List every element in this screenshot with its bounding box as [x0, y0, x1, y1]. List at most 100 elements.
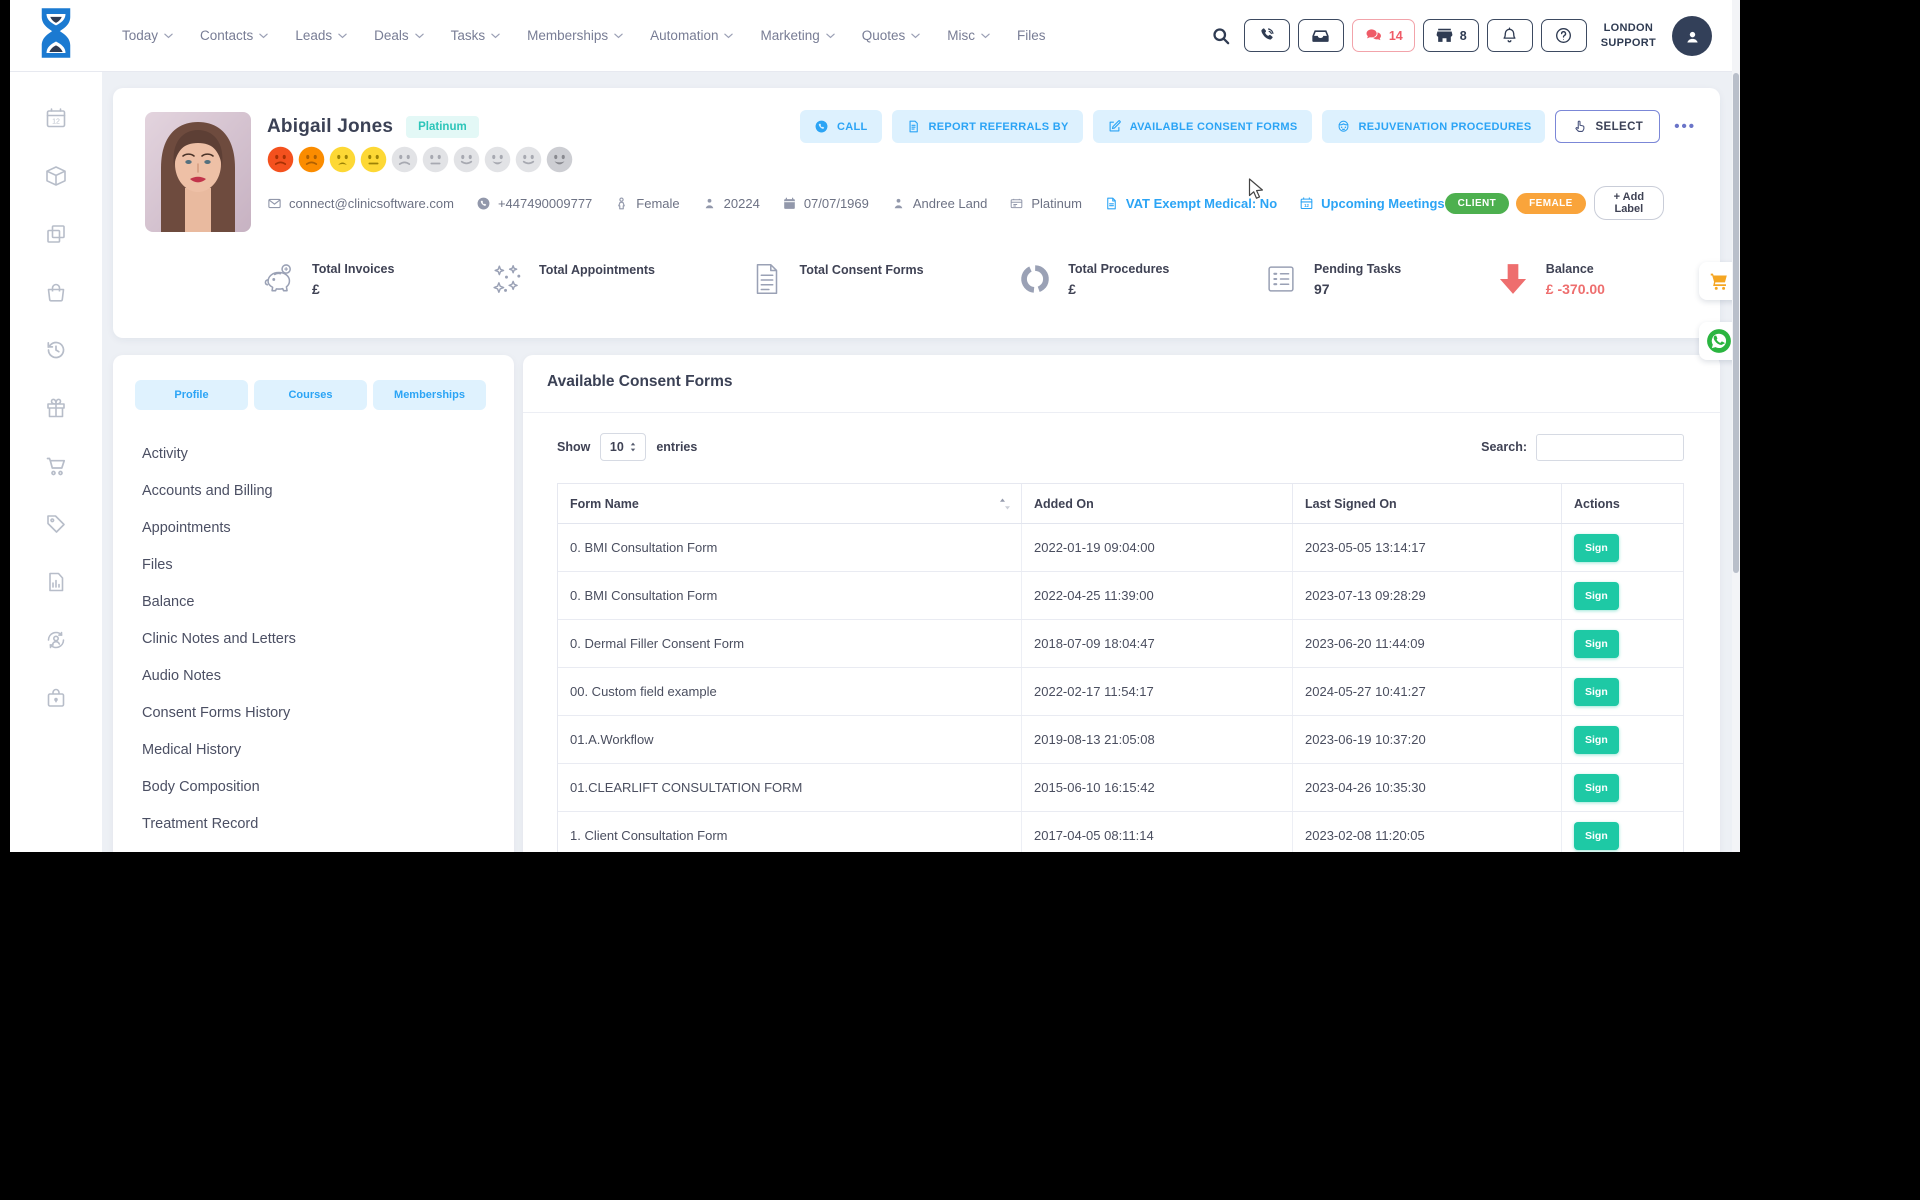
nav-item[interactable]: Automation: [650, 28, 733, 43]
column-header-added-on[interactable]: Added On: [1022, 484, 1293, 523]
mood-face-icon[interactable]: [484, 146, 511, 173]
mood-face-icon[interactable]: [360, 146, 387, 173]
table-row: 01.A.Workflow 2019-08-13 21:05:08 2023-0…: [558, 716, 1683, 764]
client-detail[interactable]: 12 Upcoming Meetings: [1299, 196, 1445, 211]
table-search-input[interactable]: [1536, 434, 1684, 461]
client-detail[interactable]: Female: [614, 196, 679, 211]
sign-button[interactable]: Sign: [1574, 774, 1619, 802]
sidebar-item-duplicates[interactable]: [36, 221, 76, 246]
sidebar-item-calendar[interactable]: 12: [36, 105, 76, 130]
mood-face-icon[interactable]: [298, 146, 325, 173]
available-consent-forms-button[interactable]: AVAILABLE CONSENT FORMS: [1093, 110, 1312, 143]
more-actions-button[interactable]: •••: [1670, 118, 1700, 135]
sign-button[interactable]: Sign: [1574, 630, 1619, 658]
sidebar-item-reports[interactable]: [36, 569, 76, 594]
client-menu-balance[interactable]: Balance: [142, 583, 502, 620]
nav-item[interactable]: Misc: [947, 28, 990, 43]
messages-button[interactable]: 14: [1352, 19, 1415, 52]
client-menu-audio-notes[interactable]: Audio Notes: [142, 657, 502, 694]
sidebar-item-shop[interactable]: [36, 453, 76, 478]
label-client[interactable]: CLIENT: [1445, 193, 1510, 214]
sidebar-item-secure[interactable]: [36, 685, 76, 710]
user-avatar[interactable]: [1672, 16, 1712, 56]
column-header-last-signed-on[interactable]: Last Signed On: [1293, 484, 1562, 523]
nav-item[interactable]: Files: [1017, 28, 1046, 43]
client-detail[interactable]: +447490009777: [476, 196, 592, 211]
tab-courses[interactable]: Courses: [254, 380, 367, 410]
client-menu-accounts-and-billing[interactable]: Accounts and Billing: [142, 472, 502, 509]
scrollbar-thumb[interactable]: [1733, 73, 1739, 573]
tab-memberships[interactable]: Memberships: [373, 380, 486, 410]
client-detail[interactable]: Andree Land: [891, 196, 987, 211]
select-button[interactable]: SELECT: [1555, 110, 1660, 143]
client-menu-appointments[interactable]: Appointments: [142, 509, 502, 546]
client-menu-consent-forms-history[interactable]: Consent Forms History: [142, 694, 502, 731]
page-size-select[interactable]: 10: [600, 433, 646, 461]
nav-item[interactable]: Contacts: [200, 28, 268, 43]
mood-face-icon[interactable]: [515, 146, 542, 173]
label-female[interactable]: FEMALE: [1516, 193, 1586, 214]
search-icon[interactable]: [1211, 26, 1231, 46]
last-signed-on-cell: 2023-02-08 11:20:05: [1293, 812, 1562, 852]
sidebar-item-pricing[interactable]: [36, 511, 76, 536]
sign-button[interactable]: Sign: [1574, 822, 1619, 850]
client-menu-recommended-products[interactable]: Recommended Products: [142, 842, 502, 852]
client-detail[interactable]: Platinum: [1009, 196, 1082, 211]
nav-item[interactable]: Deals: [374, 28, 424, 43]
sidebar-item-history[interactable]: [36, 337, 76, 362]
mood-face-icon[interactable]: [267, 146, 294, 173]
mood-rating: [267, 146, 573, 173]
client-menu-clinic-notes-and-letters[interactable]: Clinic Notes and Letters: [142, 620, 502, 657]
add-label-button[interactable]: + Add Label: [1594, 186, 1664, 220]
client-menu-files[interactable]: Files: [142, 546, 502, 583]
report-referrals-button[interactable]: REPORT REFERRALS BY: [892, 110, 1083, 143]
notifications-button[interactable]: [1487, 19, 1533, 52]
mood-face-icon[interactable]: [546, 146, 573, 173]
help-button[interactable]: [1541, 19, 1587, 52]
mood-face-icon[interactable]: [422, 146, 449, 173]
client-menu-activity[interactable]: Activity: [142, 435, 502, 472]
call-button[interactable]: CALL: [800, 110, 882, 143]
store-button[interactable]: 8: [1423, 19, 1479, 52]
client-menu-body-composition[interactable]: Body Composition: [142, 768, 502, 805]
consent-forms-table: Form Name Added On Last Signed On Action…: [557, 483, 1684, 852]
nav-item[interactable]: Leads: [295, 28, 347, 43]
document-icon: [1104, 196, 1119, 211]
nav-item[interactable]: Marketing: [760, 28, 834, 43]
client-menu-treatment-record[interactable]: Treatment Record: [142, 805, 502, 842]
client-menu-medical-history[interactable]: Medical History: [142, 731, 502, 768]
client-detail[interactable]: VAT Exempt Medical: No: [1104, 196, 1277, 211]
mood-face-icon[interactable]: [329, 146, 356, 173]
clinicsoftware-logo[interactable]: [10, 0, 102, 71]
sidebar-item-bookings[interactable]: [36, 279, 76, 304]
chevron-down-icon: [259, 33, 268, 39]
added-on-cell: 2022-01-19 09:04:00: [1022, 524, 1293, 571]
sign-button[interactable]: Sign: [1574, 678, 1619, 706]
phone-button[interactable]: [1244, 19, 1290, 52]
account-name: LONDON SUPPORT: [1601, 21, 1656, 51]
inbox-button[interactable]: [1298, 19, 1344, 52]
sidebar-item-products[interactable]: [36, 163, 76, 188]
calendar-icon: [782, 196, 797, 211]
column-header-form-name[interactable]: Form Name: [558, 484, 1022, 523]
nav-item[interactable]: Tasks: [451, 28, 501, 43]
client-photo[interactable]: [145, 112, 251, 232]
mood-face-icon[interactable]: [453, 146, 480, 173]
page-scrollbar[interactable]: [1732, 0, 1740, 852]
table-row: 1. Client Consultation Form 2017-04-05 0…: [558, 812, 1683, 852]
mood-face-icon[interactable]: [391, 146, 418, 173]
lock-icon: [44, 686, 68, 710]
sign-button[interactable]: Sign: [1574, 582, 1619, 610]
sign-button[interactable]: Sign: [1574, 726, 1619, 754]
sidebar-item-gifts[interactable]: [36, 395, 76, 420]
rejuvenation-procedures-button[interactable]: REJUVENATION PROCEDURES: [1322, 110, 1546, 143]
tab-profile[interactable]: Profile: [135, 380, 248, 410]
client-detail[interactable]: connect@clinicsoftware.com: [267, 196, 454, 211]
sidebar-item-client-sync[interactable]: [36, 627, 76, 652]
nav-item[interactable]: Today: [122, 28, 173, 43]
nav-item[interactable]: Memberships: [527, 28, 623, 43]
sign-button[interactable]: Sign: [1574, 534, 1619, 562]
nav-item[interactable]: Quotes: [862, 28, 921, 43]
client-detail[interactable]: 07/07/1969: [782, 196, 869, 211]
client-detail[interactable]: 20224: [702, 196, 760, 211]
